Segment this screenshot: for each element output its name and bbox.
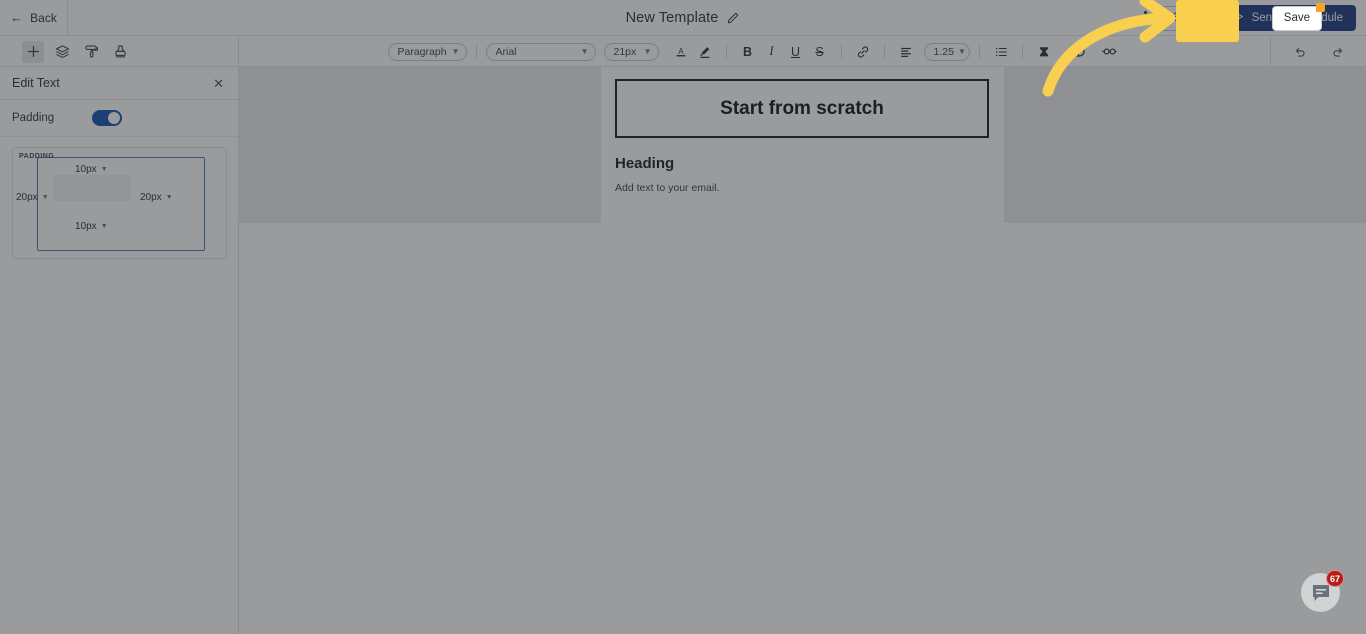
email-canvas[interactable]: Start from scratch Heading Add text to y…	[239, 67, 1366, 634]
template-editor-app: Start from scratch Heading Add text to y…	[0, 0, 1366, 634]
send-or-schedule-button[interactable]: Send or Schedule	[1221, 5, 1356, 31]
redo-icon[interactable]	[1328, 42, 1348, 62]
annotation-arrow-icon	[1042, 0, 1176, 97]
link-icon[interactable]	[853, 42, 873, 62]
toolbar-left-group	[0, 36, 239, 67]
close-icon[interactable]: ✕	[213, 77, 224, 90]
padding-box	[37, 157, 205, 251]
bold-button[interactable]: B	[738, 42, 758, 62]
padding-right-value: 20px	[140, 192, 162, 203]
font-family-value: Arial	[495, 45, 517, 58]
chevron-down-icon: ▼	[100, 223, 108, 230]
padding-inner-area	[54, 175, 130, 201]
chevron-down-icon: ▼	[580, 47, 589, 56]
toolbar-divider	[978, 44, 980, 59]
padding-bottom-value: 10px	[75, 221, 97, 232]
layers-icon[interactable]	[51, 41, 73, 63]
pencil-icon[interactable]	[726, 11, 740, 25]
padding-left-field[interactable]: 20px ▼	[16, 192, 49, 203]
text-color-icon[interactable]: A	[671, 42, 691, 62]
panel-header: Edit Text ✕	[0, 67, 238, 100]
padding-toggle-row: Padding	[0, 100, 238, 137]
add-block-icon[interactable]	[22, 40, 44, 63]
chat-widget-button[interactable]: 67	[1301, 570, 1344, 612]
toolbar-divider	[475, 44, 477, 59]
chat-unread-badge: 67	[1325, 570, 1344, 587]
paragraph-style-select[interactable]: Paragraph ▼	[387, 42, 467, 61]
svg-text:A: A	[678, 46, 684, 55]
padding-top-value: 10px	[75, 164, 97, 175]
body-text[interactable]: Add text to your email.	[615, 182, 1004, 194]
line-height-select[interactable]: 1.25 ▼	[923, 42, 970, 61]
cta-label: Start from scratch	[720, 97, 884, 119]
chevron-down-icon: ▼	[643, 47, 652, 56]
font-family-select[interactable]: Arial ▼	[485, 42, 596, 61]
paint-roller-icon[interactable]	[80, 41, 102, 63]
font-size-select[interactable]: 21px ▼	[603, 42, 659, 61]
cta-button-block[interactable]: Start from scratch	[615, 79, 989, 138]
toolbar-right-group	[1270, 36, 1366, 67]
chevron-down-icon: ▼	[451, 47, 460, 56]
text-block[interactable]: Start from scratch Heading Add text to y…	[601, 67, 1004, 223]
edit-text-panel: Edit Text ✕ Padding PADDING 10px ▼ 10px …	[0, 67, 239, 634]
heading-text[interactable]: Heading	[615, 155, 1004, 172]
paragraph-style-value: Paragraph	[397, 45, 447, 58]
padding-caption: PADDING	[19, 153, 55, 160]
toolbar-divider	[883, 44, 885, 59]
arrow-left-icon: ←	[10, 10, 24, 25]
underline-button[interactable]: U	[786, 42, 806, 62]
padding-top-field[interactable]: 10px ▼	[75, 164, 108, 175]
send-label: Send or Schedule	[1251, 12, 1343, 24]
bullet-list-icon[interactable]	[991, 42, 1011, 62]
align-left-icon[interactable]	[896, 42, 916, 62]
padding-toggle[interactable]	[92, 110, 123, 126]
padding-right-field[interactable]: 20px ▼	[140, 192, 173, 203]
chevron-down-icon: ▼	[957, 47, 966, 56]
highlight-color-icon[interactable]	[695, 42, 715, 62]
padding-left-value: 20px	[16, 192, 38, 203]
strikethrough-button[interactable]: S	[810, 42, 830, 62]
line-height-value: 1.25	[933, 45, 954, 58]
chevron-down-icon: ▼	[100, 166, 108, 173]
font-size-value: 21px	[613, 45, 637, 58]
panel-title: Edit Text	[12, 76, 60, 90]
toolbar-divider	[1021, 44, 1023, 59]
undo-icon[interactable]	[1290, 42, 1310, 62]
padding-label: Padding	[12, 112, 55, 124]
back-label: Back	[30, 10, 57, 25]
padding-card: PADDING 10px ▼ 10px ▼ 20px ▼ 20px ▼	[12, 147, 227, 259]
italic-button[interactable]: I	[762, 42, 782, 62]
chevron-down-icon: ▼	[41, 194, 49, 201]
padding-bottom-field[interactable]: 10px ▼	[75, 221, 108, 232]
toolbar-divider	[840, 44, 842, 59]
toolbar-divider	[725, 44, 727, 59]
left-column-placeholder[interactable]	[239, 67, 601, 223]
chevron-down-icon: ▼	[165, 194, 173, 201]
email-content-row: Start from scratch Heading Add text to y…	[239, 67, 1366, 223]
back-button[interactable]: ← Back	[0, 0, 68, 36]
stamp-icon[interactable]	[109, 41, 131, 63]
page-title: New Template	[625, 9, 719, 26]
